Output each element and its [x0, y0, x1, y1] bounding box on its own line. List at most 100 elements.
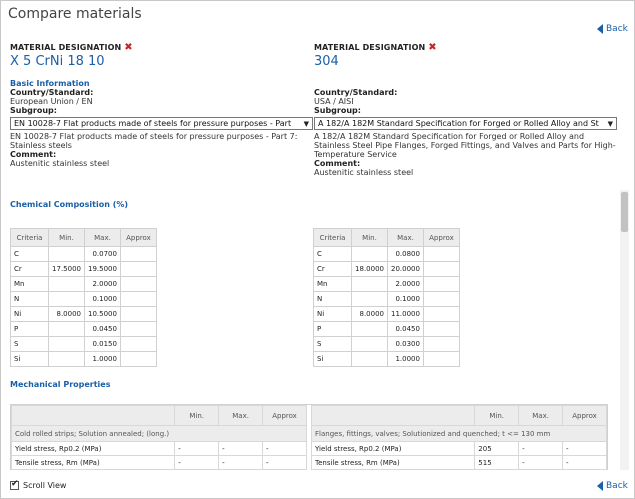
chem-header-cell[interactable]: Approx — [119, 228, 157, 247]
mech-condition-row: Cold rolled strips; Solution annealed; (… — [11, 425, 307, 442]
mech-cell: Yield stress, Rp0.2 (MPa) — [10, 441, 176, 456]
mechanical-properties-title: Mechanical Properties — [10, 380, 111, 389]
chem-cell — [119, 321, 157, 337]
chem-cell: Cr — [313, 261, 352, 277]
window-title: Compare materials — [8, 6, 142, 22]
chem-cell: 2.0000 — [84, 276, 121, 292]
comment-value: Austenitic stainless steel — [314, 168, 414, 177]
mech-row: Yield stress, Rp0.2 (MPa) 205- - — [310, 441, 607, 456]
chem-cell: 2.0000 — [387, 276, 424, 292]
mech-header-row: Min. Max. Approx — [310, 405, 607, 426]
chemical-table-a: Criteria Min. Max. Approx C 0.0700 Cr 17.5000 19… — [10, 228, 157, 367]
chem-cell: 20.0000 — [387, 261, 424, 277]
chem-cell — [119, 351, 157, 367]
chem-header-cell[interactable]: Criteria — [10, 228, 49, 247]
mech-cell: - — [518, 441, 564, 456]
subgroup-select[interactable]: EN 10028-7 Flat products made of steels … — [10, 117, 313, 130]
chem-row: Cr 17.5000 19.5000 — [10, 261, 157, 277]
subgroup-label: Subgroup: — [10, 106, 57, 115]
mech-header-cell[interactable]: Max. — [218, 405, 264, 426]
chem-cell: 11.0000 — [387, 306, 424, 322]
country-label: Country/Standard: — [314, 88, 398, 97]
dropdown-arrow-icon: ▼ — [303, 119, 309, 128]
chemical-table-b: Criteria Min. Max. Approx C 0.0800 Cr 18.0000 20… — [313, 228, 460, 367]
chem-header-cell[interactable]: Max. — [387, 228, 424, 247]
chem-cell — [48, 291, 85, 307]
chem-cell: 10.5000 — [84, 306, 121, 322]
chem-cell — [422, 291, 460, 307]
country-value: European Union / EN — [10, 97, 93, 106]
chem-cell — [351, 276, 388, 292]
chem-row: C 0.0800 — [313, 246, 460, 262]
chem-cell — [351, 321, 388, 337]
chem-cell: Mn — [10, 276, 49, 292]
chem-cell: 0.0700 — [84, 246, 121, 262]
subgroup-description: EN 10028-7 Flat products made of steels … — [10, 132, 298, 150]
chem-header-row: Criteria Min. Max. Approx — [10, 228, 157, 247]
comment-label: Comment: — [10, 150, 57, 159]
mech-row: Tensile stress, Rm (MPa) 515- - — [310, 455, 607, 470]
material-name: X 5 CrNi 18 10 — [10, 54, 105, 69]
chem-cell: 0.0300 — [387, 336, 424, 352]
mechanical-table-a: Min. Max. Approx Cold rolled strips; Soluti… — [10, 405, 307, 470]
chem-cell — [422, 351, 460, 367]
mechanical-table-b: Min. Max. Approx Flanges, fittings, valves;… — [310, 405, 607, 470]
mech-condition-row: Flanges, fittings, valves; Solutionized … — [311, 425, 607, 442]
mech-row: Tensile stress, Rm (MPa) - - - — [10, 455, 307, 470]
mech-cell: Tensile stress, Rm (MPa) — [310, 455, 476, 470]
chem-row: C 0.0700 — [10, 246, 157, 262]
chem-cell — [48, 276, 85, 292]
chem-row: Mn 2.0000 — [313, 276, 460, 292]
chem-row: Cr 18.0000 20.0000 — [313, 261, 460, 277]
scroll-view-checkbox[interactable] — [10, 479, 19, 490]
designation-label-text: MATERIAL DESIGNATION — [314, 43, 426, 52]
mechanical-table-container: Min. Max. Approx Cold rolled strips; Soluti… — [10, 404, 608, 470]
chem-header-row: Criteria Min. Max. Approx — [313, 228, 460, 247]
chem-cell: Cr — [10, 261, 49, 277]
chem-cell: 8.0000 — [48, 306, 85, 322]
mech-header-cell[interactable]: Max. — [518, 405, 564, 426]
mech-header-cell[interactable]: Min. — [174, 405, 220, 426]
chem-cell: P — [10, 321, 49, 337]
back-button-top[interactable]: Back — [597, 24, 628, 34]
chem-header-cell[interactable]: Min. — [48, 228, 85, 247]
chem-row: Ni 8.0000 10.5000 — [10, 306, 157, 322]
chemical-composition-title: Chemical Composition (%) — [10, 200, 129, 209]
compare-content[interactable]: MATERIAL DESIGNATION ✖ X 5 CrNi 18 10 Ba… — [0, 38, 620, 470]
country-value: USA / AISI — [314, 97, 354, 106]
remove-material-icon[interactable]: ✖ — [124, 42, 132, 52]
chem-cell: S — [10, 336, 49, 352]
chem-cell: 17.5000 — [48, 261, 85, 277]
country-label: Country/Standard: — [10, 88, 94, 97]
mech-condition: Cold rolled strips; Solution annealed; (… — [11, 425, 307, 442]
chem-cell — [422, 261, 460, 277]
remove-material-icon[interactable]: ✖ — [428, 42, 436, 52]
scroll-view-toggle[interactable]: Scroll View — [10, 479, 66, 490]
chem-cell: Mn — [313, 276, 352, 292]
chem-header-cell[interactable]: Approx — [422, 228, 460, 247]
mech-header-cell[interactable]: Approx — [562, 405, 607, 426]
chem-cell — [422, 276, 460, 292]
mech-cell: 515 — [474, 455, 520, 470]
chem-header-cell[interactable]: Max. — [84, 228, 121, 247]
mech-cell: - — [262, 441, 307, 456]
chem-cell: 0.0150 — [84, 336, 121, 352]
chem-cell: 1.0000 — [84, 351, 121, 367]
back-button-bottom[interactable]: Back — [597, 481, 628, 491]
mech-header-cell[interactable]: Min. — [474, 405, 520, 426]
chem-header-cell[interactable]: Criteria — [313, 228, 352, 247]
back-label: Back — [606, 481, 628, 491]
chem-header-cell[interactable]: Min. — [351, 228, 388, 247]
chem-row: S 0.0300 — [313, 336, 460, 352]
chem-cell: 1.0000 — [387, 351, 424, 367]
comment-label: Comment: — [314, 159, 361, 168]
chem-cell: 0.0450 — [387, 321, 424, 337]
scrollbar-thumb[interactable] — [621, 192, 628, 232]
vertical-scrollbar[interactable] — [620, 190, 629, 470]
mech-header-cell[interactable]: Approx — [262, 405, 307, 426]
subgroup-select[interactable]: A 182/A 182M Standard Specification for … — [314, 117, 617, 130]
mech-cell: - — [218, 455, 264, 470]
mech-header-empty — [10, 405, 176, 426]
mech-cell: Tensile stress, Rm (MPa) — [10, 455, 176, 470]
material-column-b: MATERIAL DESIGNATION ✖ 304 Country/Stand… — [314, 38, 617, 177]
